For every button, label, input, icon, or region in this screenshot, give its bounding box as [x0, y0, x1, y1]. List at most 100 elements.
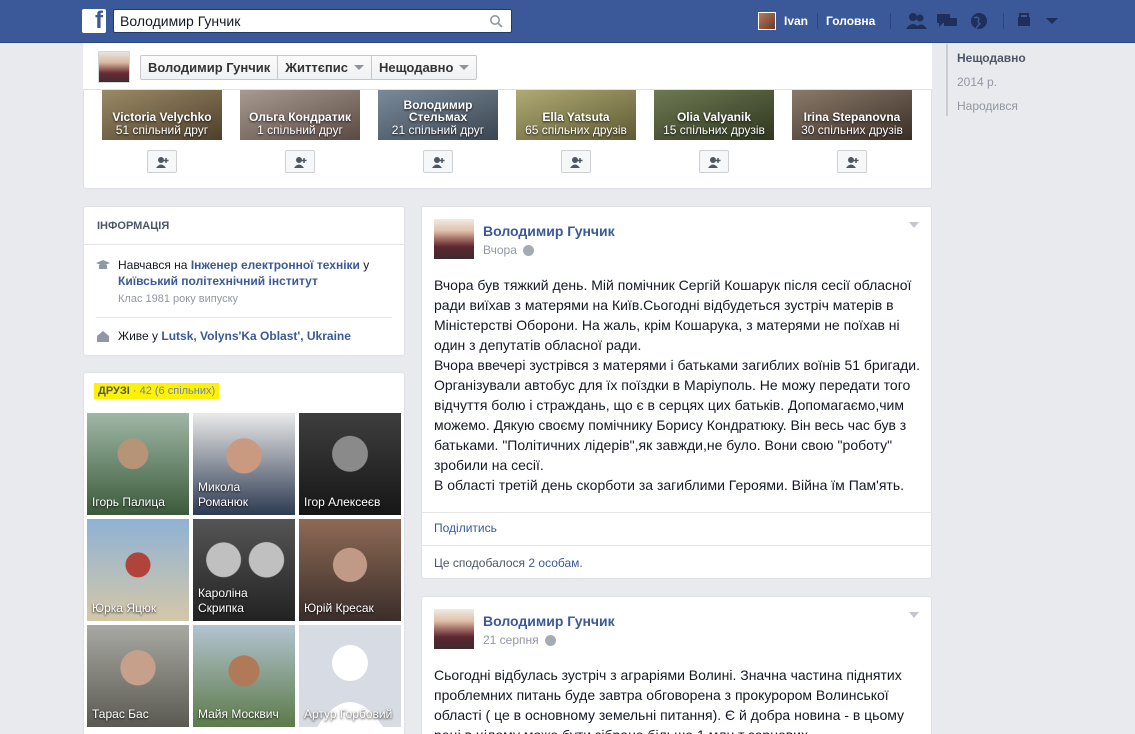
notifications-globe-icon[interactable]	[968, 11, 990, 31]
suggestion-card[interactable]: Ольга Кондратик 1 спільний друг	[240, 90, 360, 140]
friend-tile[interactable]: Майя Москвич	[193, 625, 295, 727]
suggestion-mutual[interactable]: 21 спільний друг	[378, 123, 498, 137]
messages-icon[interactable]	[936, 11, 958, 31]
suggestion-card[interactable]: Olia Valyanik 15 спільних друзів	[654, 90, 774, 140]
tab-profile-name[interactable]: Володимир Гунчик	[141, 56, 279, 79]
globe-icon	[522, 244, 534, 256]
rail-item-born[interactable]: Народився	[957, 99, 1018, 113]
friends-card: ДРУЗІ · 42 (6 спільних) Ігорь Палица Мик…	[83, 372, 405, 734]
post-author-avatar[interactable]	[434, 609, 474, 649]
friends-header-highlight: ДРУЗІ · 42 (6 спільних)	[94, 383, 220, 399]
user-avatar[interactable]	[758, 12, 776, 30]
education-major-link[interactable]: Інженер електронної техніки	[191, 258, 360, 272]
search-input[interactable]	[114, 10, 484, 32]
suggestion-card[interactable]: Victoria Velychko 51 спільний друг	[102, 90, 222, 140]
likes-prefix: Це сподобалося	[434, 556, 529, 570]
friend-name[interactable]: Кароліна Скрипка	[198, 586, 291, 616]
account-settings-chevron-icon[interactable]	[1041, 11, 1063, 31]
post-options-chevron-icon[interactable]	[909, 612, 919, 618]
education-school-link[interactable]: Київський політехнічний інститут	[118, 274, 318, 288]
post-time-link[interactable]: 21 серпня	[483, 633, 539, 647]
suggestion-name[interactable]: Victoria Velychko	[102, 111, 222, 123]
friend-tile[interactable]: Артур Горбовий	[299, 625, 401, 727]
friend-name[interactable]: Майя Москвич	[198, 707, 291, 722]
search-icon[interactable]	[489, 14, 503, 28]
friend-name[interactable]: Тарас Бас	[92, 707, 185, 722]
add-friend-icon	[846, 157, 859, 168]
rail-item-recent[interactable]: Нещодавно	[957, 51, 1026, 65]
suggestion-mutual[interactable]: 30 спільних друзів	[792, 123, 912, 137]
likes-link[interactable]: 2 особам	[528, 556, 579, 570]
home-link[interactable]: Головна	[826, 14, 875, 28]
top-bar: f Ivan Головна	[0, 0, 1135, 43]
suggestion-mutual[interactable]: 1 спільний друг	[240, 123, 360, 137]
post-paragraph: Вчора був тяжкий день. Мій помічник Серг…	[434, 277, 912, 353]
privacy-shortcuts-icon[interactable]	[1015, 11, 1037, 31]
friend-name[interactable]: Юрій Кресак	[304, 601, 397, 616]
timeline-post: Володимир Гунчик Вчора Вчора був тяжкий …	[421, 206, 932, 579]
friend-tile[interactable]: Тарас Бас	[87, 625, 189, 727]
friend-tile[interactable]: Юрій Кресак	[299, 519, 401, 621]
user-name-link[interactable]: Ivan	[784, 14, 808, 28]
divider	[422, 512, 931, 513]
friend-name[interactable]: Ігор Алексеєв	[304, 495, 397, 510]
friend-tile[interactable]: Юрка Яцюк	[87, 519, 189, 621]
profile-avatar[interactable]	[98, 51, 130, 83]
timeline-post: Володимир Гунчик 21 серпня Сьогодні відб…	[421, 596, 932, 734]
suggestion-mutual[interactable]: 51 спільний друг	[102, 123, 222, 137]
add-friend-icon	[156, 157, 169, 168]
suggestion-card[interactable]: Ella Yatsuta 65 спільних друзів	[516, 90, 636, 140]
divider	[1003, 13, 1004, 29]
friend-name[interactable]: Юрка Яцюк	[92, 601, 185, 616]
suggestion-card[interactable]: Володимир Стельмах 21 спільний друг	[378, 90, 498, 140]
add-friend-button[interactable]	[561, 150, 591, 173]
suggestion-mutual[interactable]: 65 спільних друзів	[516, 123, 636, 137]
location-link[interactable]: Lutsk, Volyns'Ka Oblast', Ukraine	[161, 329, 351, 343]
search-box[interactable]	[113, 9, 512, 33]
friends-title-link[interactable]: ДРУЗІ	[98, 385, 130, 397]
timeline-rail-line	[946, 44, 948, 116]
friend-tile[interactable]: Ігор Алексеєв	[299, 413, 401, 515]
suggestion-mutual[interactable]: 15 спільних друзів	[654, 123, 774, 137]
suggestion-card[interactable]: Irina Stepanovna 30 спільних друзів	[792, 90, 912, 140]
add-friend-button[interactable]	[285, 150, 315, 173]
tab-recent[interactable]: Нещодавно	[372, 56, 476, 79]
suggestion-name[interactable]: Володимир Стельмах	[378, 99, 498, 123]
home-icon	[97, 331, 109, 342]
friend-name[interactable]: Микола Романюк	[198, 480, 291, 510]
suggestion-name[interactable]: Olia Valyanik	[654, 111, 774, 123]
rail-item-2014[interactable]: 2014 р.	[957, 75, 997, 89]
suggestion-name[interactable]: Ella Yatsuta	[516, 111, 636, 123]
share-link[interactable]: Поділитись	[434, 521, 497, 535]
add-friend-icon	[708, 157, 721, 168]
info-card-title[interactable]: ІНФОРМАЦІЯ	[84, 207, 404, 245]
friend-name[interactable]: Артур Горбовий	[304, 707, 397, 722]
location-text: Живе у Lutsk, Volyns'Ka Oblast', Ukraine	[118, 328, 388, 344]
friend-tile[interactable]: Микола Романюк	[193, 413, 295, 515]
post-author-name[interactable]: Володимир Гунчик	[483, 613, 615, 629]
tab-about[interactable]: Життєпис	[278, 56, 373, 79]
add-friend-button[interactable]	[423, 150, 453, 173]
post-author-avatar[interactable]	[434, 219, 474, 259]
post-body: Сьогодні відбулась зустріч з аграріями В…	[434, 665, 920, 734]
add-friend-button[interactable]	[147, 150, 177, 173]
divider	[890, 13, 891, 29]
profile-tabs: Володимир Гунчик Життєпис Нещодавно	[140, 55, 478, 80]
tab-label: Володимир Гунчик	[148, 60, 271, 75]
suggestion-name[interactable]: Ольга Кондратик	[240, 111, 360, 123]
facebook-logo-icon[interactable]: f	[82, 7, 106, 34]
add-friend-button[interactable]	[699, 150, 729, 173]
add-friend-icon	[432, 157, 445, 168]
add-friend-button[interactable]	[837, 150, 867, 173]
post-time-link[interactable]: Вчора	[483, 243, 517, 257]
suggestion-name[interactable]: Irina Stepanovna	[792, 111, 912, 123]
post-options-chevron-icon[interactable]	[909, 222, 919, 228]
friends-count-link[interactable]: · 42 (6 спільних)	[130, 385, 215, 397]
post-author-name[interactable]: Володимир Гунчик	[483, 223, 615, 239]
divider	[96, 317, 392, 318]
education-text: Навчався на Інженер електронної техніки …	[118, 257, 388, 307]
friend-tile[interactable]: Ігорь Палица	[87, 413, 189, 515]
friend-name[interactable]: Ігорь Палица	[92, 495, 185, 510]
friend-requests-icon[interactable]	[905, 11, 927, 31]
friend-tile[interactable]: Кароліна Скрипка	[193, 519, 295, 621]
